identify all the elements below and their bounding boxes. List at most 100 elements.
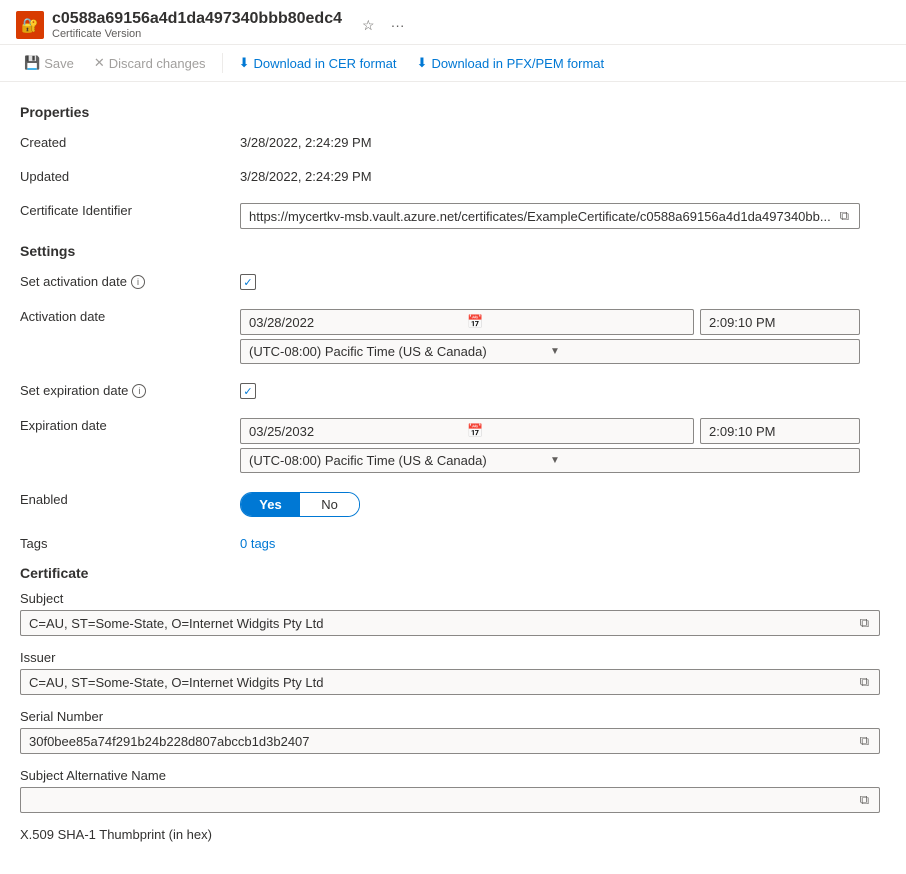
thumbprint-group: X.509 SHA-1 Thumbprint (in hex) [20, 827, 880, 842]
copy-serial-button[interactable]: ⧉ [858, 733, 871, 749]
expiration-date-time-row: 03/25/2032 📅 2:09:10 PM [240, 418, 860, 444]
discard-button[interactable]: ✕ Discard changes [86, 51, 214, 75]
serial-group: Serial Number 30f0bee85a74f291b24b228d80… [20, 709, 880, 754]
more-button[interactable]: ··· [387, 15, 409, 35]
activation-date-text: 03/28/2022 [249, 315, 467, 330]
set-expiration-label: Set expiration date i [20, 378, 240, 398]
tags-label: Tags [20, 531, 240, 551]
copy-cert-id-button[interactable]: ⧉ [838, 208, 851, 224]
expiration-date-text: 03/25/2032 [249, 424, 467, 439]
toolbar: 💾 Save ✕ Discard changes ⬇ Download in C… [0, 44, 906, 82]
copy-subject-button[interactable]: ⧉ [858, 615, 871, 631]
updated-value: 3/28/2022, 2:24:29 PM [240, 164, 880, 184]
tags-value: 0 tags [240, 531, 880, 551]
activation-date-row: Activation date 03/28/2022 📅 2:09:10 PM … [20, 304, 880, 364]
expiration-checkbox-container [240, 383, 880, 399]
expiration-time-text: 2:09:10 PM [709, 424, 776, 439]
san-label: Subject Alternative Name [20, 768, 880, 783]
san-field: ⧉ [20, 787, 880, 813]
issuer-label: Issuer [20, 650, 880, 665]
enabled-toggle[interactable]: Yes No [240, 492, 360, 517]
expiration-time-input[interactable]: 2:09:10 PM [700, 418, 860, 444]
thumbprint-label: X.509 SHA-1 Thumbprint (in hex) [20, 827, 880, 842]
subject-group: Subject C=AU, ST=Some-State, O=Internet … [20, 591, 880, 636]
pin-button[interactable]: ☆ [358, 15, 379, 36]
activation-time-text: 2:09:10 PM [709, 315, 776, 330]
activation-timezone-text: (UTC-08:00) Pacific Time (US & Canada) [249, 344, 550, 359]
cert-id-box: https://mycertkv-msb.vault.azure.net/cer… [240, 203, 860, 229]
serial-value: 30f0bee85a74f291b24b228d807abccb1d3b2407 [29, 734, 854, 749]
main-content: Properties Created 3/28/2022, 2:24:29 PM… [0, 82, 900, 856]
set-expiration-info-icon: i [132, 384, 146, 398]
page-header: 🔐 c0588a69156a4d1da497340bbb80edc4 Certi… [0, 0, 906, 44]
toolbar-divider [222, 53, 223, 73]
san-group: Subject Alternative Name ⧉ [20, 768, 880, 813]
activation-calendar-icon: 📅 [467, 314, 685, 330]
expiration-date-row: Expiration date 03/25/2032 📅 2:09:10 PM … [20, 413, 880, 473]
enabled-label: Enabled [20, 487, 240, 507]
page-subtitle: Certificate Version [52, 28, 342, 40]
activation-checkbox[interactable] [240, 274, 256, 290]
header-icon: 🔐 [16, 11, 44, 39]
settings-heading: Settings [20, 243, 880, 259]
activation-timezone-chevron-icon: ▼ [550, 346, 851, 357]
set-activation-row: Set activation date i [20, 269, 880, 290]
activation-timezone-dropdown[interactable]: (UTC-08:00) Pacific Time (US & Canada) ▼ [240, 339, 860, 364]
copy-san-button[interactable]: ⧉ [858, 792, 871, 808]
updated-label: Updated [20, 164, 240, 184]
toggle-yes-option[interactable]: Yes [241, 493, 300, 516]
issuer-value: C=AU, ST=Some-State, O=Internet Widgits … [29, 675, 854, 690]
subject-value: C=AU, ST=Some-State, O=Internet Widgits … [29, 616, 854, 631]
created-label: Created [20, 130, 240, 150]
download-pfx-button[interactable]: ⬇ Download in PFX/PEM format [409, 51, 613, 75]
set-activation-label: Set activation date i [20, 269, 240, 289]
set-expiration-value [240, 378, 880, 399]
created-row: Created 3/28/2022, 2:24:29 PM [20, 130, 880, 150]
expiration-date-label: Expiration date [20, 413, 240, 433]
tags-row: Tags 0 tags [20, 531, 880, 551]
page-title: c0588a69156a4d1da497340bbb80edc4 [52, 10, 342, 28]
download-cer-icon: ⬇ [239, 55, 250, 71]
toggle-no-option[interactable]: No [300, 493, 359, 516]
certificate-heading: Certificate [20, 565, 880, 581]
activation-time-input[interactable]: 2:09:10 PM [700, 309, 860, 335]
download-cer-button[interactable]: ⬇ Download in CER format [231, 51, 405, 75]
created-value: 3/28/2022, 2:24:29 PM [240, 130, 880, 150]
save-icon: 💾 [24, 55, 40, 71]
cert-id-text: https://mycertkv-msb.vault.azure.net/cer… [249, 209, 834, 224]
enabled-toggle-container: Yes No [240, 492, 880, 517]
issuer-group: Issuer C=AU, ST=Some-State, O=Internet W… [20, 650, 880, 695]
save-button[interactable]: 💾 Save [16, 51, 82, 75]
expiration-date-value: 03/25/2032 📅 2:09:10 PM (UTC-08:00) Paci… [240, 413, 880, 473]
discard-icon: ✕ [94, 55, 105, 71]
cert-id-value: https://mycertkv-msb.vault.azure.net/cer… [240, 198, 880, 229]
copy-issuer-button[interactable]: ⧉ [858, 674, 871, 690]
expiration-timezone-text: (UTC-08:00) Pacific Time (US & Canada) [249, 453, 550, 468]
expiration-timezone-dropdown[interactable]: (UTC-08:00) Pacific Time (US & Canada) ▼ [240, 448, 860, 473]
tags-link[interactable]: 0 tags [240, 536, 275, 551]
enabled-value: Yes No [240, 487, 880, 517]
updated-row: Updated 3/28/2022, 2:24:29 PM [20, 164, 880, 184]
header-actions: ☆ ··· [358, 15, 409, 36]
expiration-date-input[interactable]: 03/25/2032 📅 [240, 418, 694, 444]
enabled-row: Enabled Yes No [20, 487, 880, 517]
subject-label: Subject [20, 591, 880, 606]
activation-date-label: Activation date [20, 304, 240, 324]
header-title-block: c0588a69156a4d1da497340bbb80edc4 Certifi… [52, 10, 342, 40]
activation-date-time-row: 03/28/2022 📅 2:09:10 PM [240, 309, 860, 335]
cert-id-row: Certificate Identifier https://mycertkv-… [20, 198, 880, 229]
subject-field: C=AU, ST=Some-State, O=Internet Widgits … [20, 610, 880, 636]
properties-heading: Properties [20, 104, 880, 120]
activation-date-input[interactable]: 03/28/2022 📅 [240, 309, 694, 335]
activation-date-value: 03/28/2022 📅 2:09:10 PM (UTC-08:00) Paci… [240, 304, 880, 364]
download-pfx-icon: ⬇ [417, 55, 428, 71]
issuer-field: C=AU, ST=Some-State, O=Internet Widgits … [20, 669, 880, 695]
expiration-timezone-chevron-icon: ▼ [550, 455, 851, 466]
set-activation-info-icon: i [131, 275, 145, 289]
set-activation-value [240, 269, 880, 290]
activation-checkbox-container [240, 274, 880, 290]
set-expiration-row: Set expiration date i [20, 378, 880, 399]
serial-field: 30f0bee85a74f291b24b228d807abccb1d3b2407… [20, 728, 880, 754]
expiration-checkbox[interactable] [240, 383, 256, 399]
cert-id-label: Certificate Identifier [20, 198, 240, 218]
